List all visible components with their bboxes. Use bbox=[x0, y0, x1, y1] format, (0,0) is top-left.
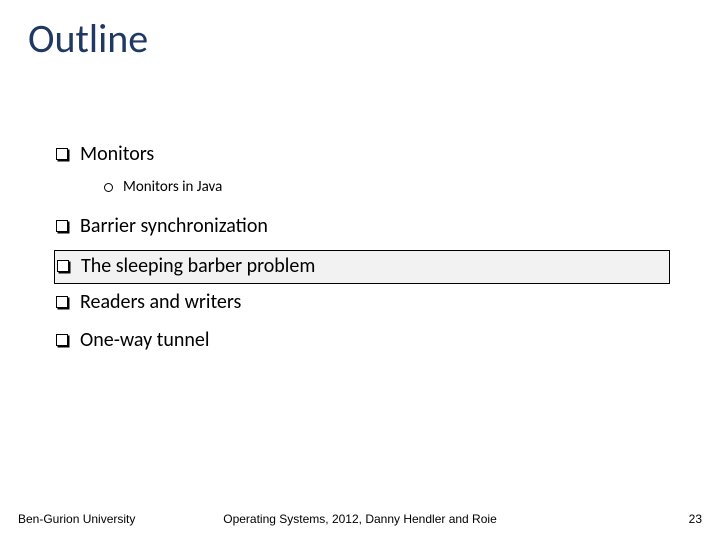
slide-title: Outline bbox=[28, 14, 148, 63]
checkbox-icon bbox=[56, 148, 68, 160]
outline-list: Monitors Monitors in Java Barrier synchr… bbox=[56, 140, 680, 360]
list-item: Monitors bbox=[56, 140, 680, 168]
item-label: Barrier synchronization bbox=[80, 212, 268, 240]
list-item: The sleeping barber problem bbox=[57, 252, 667, 280]
item-label: Readers and writers bbox=[80, 288, 241, 316]
item-label: One-way tunnel bbox=[80, 326, 209, 354]
item-label: Monitors bbox=[80, 140, 154, 168]
checkbox-icon bbox=[56, 296, 68, 308]
list-item: One-way tunnel bbox=[56, 326, 680, 354]
checkbox-icon bbox=[57, 260, 69, 272]
slide: Outline Monitors Monitors in Java Barrie… bbox=[0, 0, 720, 540]
page-number: 23 bbox=[689, 512, 702, 526]
footer-course: Operating Systems, 2012, Danny Hendler a… bbox=[0, 512, 720, 526]
circle-bullet-icon bbox=[104, 183, 113, 192]
list-item: Barrier synchronization bbox=[56, 212, 680, 240]
footer-course-line1: Operating Systems, 2012, Danny Hendler a… bbox=[223, 512, 497, 526]
list-item: Readers and writers bbox=[56, 288, 680, 316]
highlighted-item-box: The sleeping barber problem bbox=[54, 250, 670, 284]
checkbox-icon bbox=[56, 334, 68, 346]
sub-list-item: Monitors in Java bbox=[104, 178, 680, 196]
checkbox-icon bbox=[56, 220, 68, 232]
item-label: The sleeping barber problem bbox=[81, 252, 315, 280]
subitem-label: Monitors in Java bbox=[123, 178, 222, 196]
